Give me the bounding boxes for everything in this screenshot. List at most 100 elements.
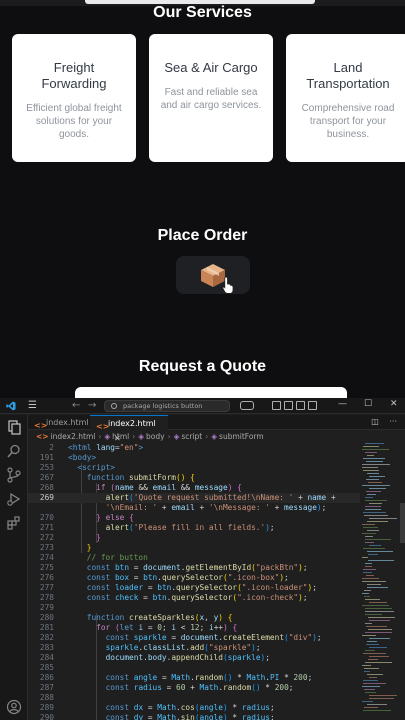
minimap-line <box>367 587 388 588</box>
line-number: 271 <box>39 523 54 532</box>
code-line[interactable]: 191 <body> <box>28 453 360 463</box>
minimap-line <box>363 548 385 549</box>
split-editor-icon[interactable]: ◫ <box>371 417 379 426</box>
code-text: // for button <box>86 553 148 562</box>
line-number: 289 <box>39 703 54 712</box>
extensions-icon[interactable] <box>6 515 22 531</box>
minimap-line <box>364 668 379 669</box>
code-line[interactable]: 279 <box>28 603 360 613</box>
code-line[interactable]: 283 sparkle.classList.add("sparkle"); <box>28 643 360 653</box>
more-actions-icon[interactable]: ··· <box>389 417 397 426</box>
code-line[interactable]: 282 const sparkle = document.createEleme… <box>28 633 360 643</box>
code-text: <body> <box>68 453 97 462</box>
source-control-icon[interactable] <box>6 467 22 483</box>
maximize-button[interactable]: ☐ <box>364 399 372 409</box>
code-line[interactable]: 277 const loader = btn.querySelector(".i… <box>28 583 360 593</box>
code-line[interactable]: 271 alert('Please fill in all fields.'); <box>28 523 360 533</box>
code-line[interactable]: 280 function createSparkles(x, y) { <box>28 613 360 623</box>
code-line[interactable]: 284 document.body.appendChild(sparkle); <box>28 653 360 663</box>
line-number: 269 <box>39 493 54 502</box>
explorer-icon[interactable] <box>6 419 22 435</box>
code-line[interactable]: 274 // for button <box>28 553 360 563</box>
line-number: 290 <box>39 713 54 720</box>
toggle-primary-sidebar-icon[interactable] <box>272 401 281 410</box>
code-line[interactable]: 276 const box = btn.querySelector(".icon… <box>28 573 360 583</box>
code-line[interactable]: 288 <box>28 693 360 703</box>
quote-form-box[interactable] <box>75 387 347 398</box>
editor-scrollbar[interactable] <box>400 443 405 720</box>
code-text: if (name && email && message) { <box>96 483 242 492</box>
minimap-line <box>362 464 390 465</box>
code-line[interactable]: 273 } <box>28 543 360 553</box>
code-line[interactable]: 275 const btn = document.getElementById(… <box>28 563 360 573</box>
copilot-icon[interactable] <box>240 401 254 410</box>
nav-forward-button[interactable]: → <box>88 400 96 411</box>
code-text: } else { <box>96 513 134 522</box>
account-icon[interactable] <box>6 699 22 715</box>
minimap-line <box>365 623 372 624</box>
pack-button[interactable] <box>176 256 250 294</box>
services-heading: Our Services <box>153 4 252 21</box>
code-line[interactable]: '\nEmail: ' + email + '\nMessage: ' + me… <box>28 503 360 513</box>
minimap-line <box>369 602 387 603</box>
scrollbar-thumb[interactable] <box>400 503 405 543</box>
hamburger-menu-icon[interactable]: ☰ <box>28 400 37 411</box>
breadcrumb-body[interactable]: body <box>146 432 165 441</box>
code-line[interactable]: 286 const angle = Math.random() * Math.P… <box>28 673 360 683</box>
line-number: 282 <box>39 633 54 642</box>
line-number: 274 <box>39 553 54 562</box>
code-text: const btn = document.getElementById("pac… <box>86 563 308 572</box>
code-line[interactable]: 289 const dx = Math.cos(angle) * radius; <box>28 703 360 713</box>
code-line[interactable]: 2 <html lang="en"> <box>28 443 360 453</box>
minimap-line <box>364 707 378 708</box>
minimap-line <box>365 509 381 510</box>
command-search-box[interactable]: package logistics button <box>104 400 230 412</box>
breadcrumb-file[interactable]: index2.html <box>51 432 96 441</box>
breadcrumb-function[interactable]: submitForm <box>219 432 264 441</box>
code-line[interactable]: 268 if (name && email && message) { <box>28 483 360 493</box>
editor-actions: ◫ ··· <box>371 417 397 426</box>
search-icon[interactable] <box>6 443 22 459</box>
service-card-land[interactable]: Land Transportation Comprehensive road t… <box>286 34 405 162</box>
tab-index2-html[interactable]: <> index2.html ✕ <box>90 415 168 443</box>
code-text: <html lang="en"> <box>68 443 144 452</box>
minimap-line <box>365 539 391 540</box>
code-text: function submitForm() { <box>86 473 195 482</box>
service-card-sea-air[interactable]: Sea & Air Cargo Fast and reliable sea an… <box>149 34 273 162</box>
minimap-line <box>363 653 386 654</box>
code-line[interactable]: 267 function submitForm() { <box>28 473 360 483</box>
minimap-line <box>365 452 377 453</box>
code-line[interactable]: 272 } <box>28 533 360 543</box>
run-debug-icon[interactable] <box>6 491 22 507</box>
minimap-line <box>365 506 381 507</box>
minimap-line <box>367 494 376 495</box>
code-line[interactable]: 285 <box>28 663 360 673</box>
nav-back-button[interactable]: ← <box>72 400 80 411</box>
code-line[interactable]: 278 const check = btn.querySelector(".ic… <box>28 593 360 603</box>
tab-index-html[interactable]: <> index.html <box>28 415 90 430</box>
minimap[interactable] <box>362 443 400 720</box>
element-icon: ◈ <box>138 432 144 441</box>
line-number: 280 <box>39 613 54 622</box>
close-window-button[interactable]: ✕ <box>390 399 398 409</box>
line-number: 273 <box>39 543 54 552</box>
service-card-freight[interactable]: Freight Forwarding Efficient global frei… <box>12 34 136 162</box>
toggle-secondary-sidebar-icon[interactable] <box>296 401 305 410</box>
code-line[interactable]: 269 alert('Quote request submitted!\nNam… <box>28 493 360 503</box>
breadcrumb-separator-icon: › <box>167 432 171 441</box>
minimap-line <box>362 635 376 636</box>
code-line[interactable]: 287 const radius = 60 + Math.random() * … <box>28 683 360 693</box>
code-text: } <box>86 543 92 552</box>
toggle-panel-icon[interactable] <box>284 401 293 410</box>
code-line[interactable]: 270 } else { <box>28 513 360 523</box>
code-line[interactable]: 281 for (let i = 0; i < 12; i++) { <box>28 623 360 633</box>
minimap-line <box>363 569 376 570</box>
customize-layout-icon[interactable] <box>308 401 317 410</box>
code-editor[interactable]: 2 <html lang="en"> 191 <body> 253 <script> 26… <box>28 443 360 720</box>
code-text: document.body.appendChild(sparkle); <box>105 653 270 662</box>
code-line[interactable]: 290 const dy = Math.sin(angle) * radius; <box>28 713 360 720</box>
breadcrumb-html[interactable]: html <box>112 432 129 441</box>
minimize-button[interactable]: — <box>338 399 347 409</box>
breadcrumb-script[interactable]: script <box>181 432 202 441</box>
code-line[interactable]: 253 <script> <box>28 463 360 473</box>
